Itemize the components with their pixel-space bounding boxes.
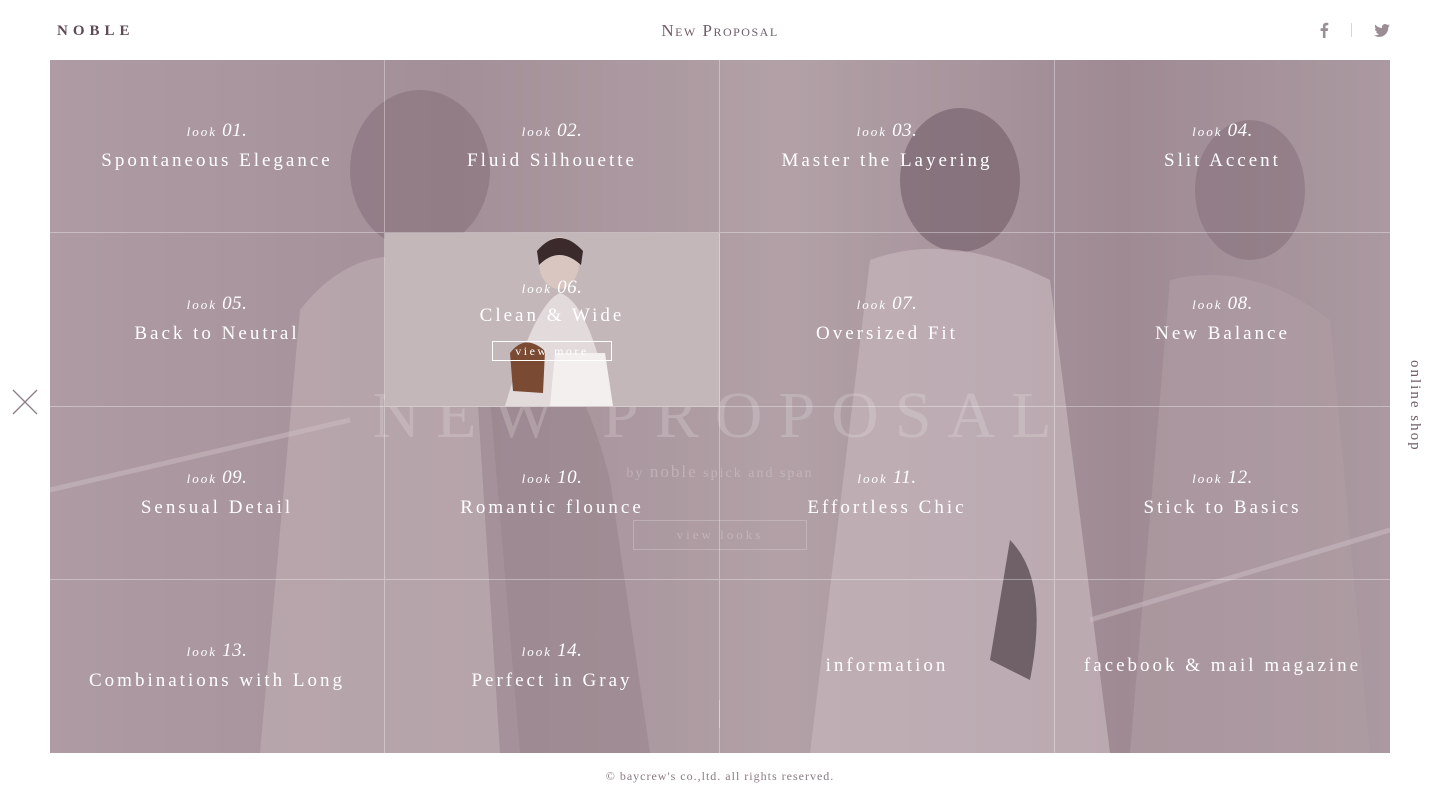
look-title: Perfect in Gray <box>471 670 633 692</box>
look-tile-10[interactable]: look 10. Romantic flounce <box>385 406 720 580</box>
look-title: Clean & Wide <box>479 305 625 327</box>
close-icon[interactable] <box>12 389 38 415</box>
social-links <box>1319 22 1390 38</box>
look-tile-04[interactable]: look 04. Slit Accent <box>1055 60 1390 234</box>
look-number: look 08. <box>1192 293 1253 315</box>
look-tile-06[interactable]: look 06. Clean & Wide view more <box>385 233 720 407</box>
twitter-icon[interactable] <box>1374 23 1390 37</box>
look-number: look 11. <box>857 466 917 488</box>
look-title: Fluid Silhouette <box>467 150 637 172</box>
look-tile-14[interactable]: look 14. Perfect in Gray <box>385 579 720 753</box>
look-number: look 02. <box>521 120 583 142</box>
look-title: Romantic flounce <box>460 496 644 518</box>
look-title: Combinations with Long <box>89 670 345 692</box>
look-number: look 07. <box>856 293 918 315</box>
look-tile-11[interactable]: look 11. Effortless Chic <box>720 406 1055 580</box>
look-title: Effortless Chic <box>807 496 967 518</box>
look-tile-09[interactable]: look 09. Sensual Detail <box>50 406 385 580</box>
facebook-icon[interactable] <box>1319 22 1329 38</box>
look-tile-12[interactable]: look 12. Stick to Basics <box>1055 406 1390 580</box>
page-title: New Proposal <box>661 21 779 40</box>
facebook-mail-tile[interactable]: facebook & mail magazine <box>1055 579 1390 753</box>
look-title: Spontaneous Elegance <box>101 150 333 172</box>
look-title: Oversized Fit <box>816 323 958 345</box>
look-number: look 10. <box>521 466 583 488</box>
look-number: look 12. <box>1192 466 1253 488</box>
view-more-button[interactable]: view more <box>492 341 612 362</box>
look-number: look 03. <box>856 120 918 142</box>
look-tile-13[interactable]: look 13. Combinations with Long <box>50 579 385 753</box>
look-tile-07[interactable]: look 07. Oversized Fit <box>720 233 1055 407</box>
look-number: look 01. <box>186 120 248 142</box>
look-tile-05[interactable]: look 05. Back to Neutral <box>50 233 385 407</box>
information-link[interactable]: information <box>826 655 949 677</box>
hero-stage: NEW PROPOSAL by noble spick and span vie… <box>50 60 1390 753</box>
look-number: look 04. <box>1192 120 1253 142</box>
look-number: look 13. <box>186 640 248 662</box>
look-tile-03[interactable]: look 03. Master the Layering <box>720 60 1055 234</box>
facebook-mail-link[interactable]: facebook & mail magazine <box>1084 655 1361 677</box>
copyright: © baycrew's co.,ltd. all rights reserved… <box>605 769 835 783</box>
look-title: New Balance <box>1155 323 1290 345</box>
look-tile-01[interactable]: look 01. Spontaneous Elegance <box>50 60 385 234</box>
look-title: Slit Accent <box>1164 150 1281 172</box>
look-title: Stick to Basics <box>1143 496 1302 518</box>
look-number: look 14. <box>521 640 583 662</box>
look-number: look 06. <box>521 277 583 299</box>
online-shop-link[interactable]: online shop <box>1406 360 1423 452</box>
look-title: Master the Layering <box>781 150 993 172</box>
look-title: Sensual Detail <box>140 496 294 518</box>
look-tile-02[interactable]: look 02. Fluid Silhouette <box>385 60 720 234</box>
social-divider <box>1351 23 1352 37</box>
look-number: look 09. <box>186 466 248 488</box>
looks-grid: look 01. Spontaneous Elegance look 02. Flu… <box>50 60 1390 753</box>
information-tile[interactable]: information <box>720 579 1055 753</box>
look-title: Back to Neutral <box>134 323 300 345</box>
look-number: look 05. <box>186 293 248 315</box>
look-tile-08[interactable]: look 08. New Balance <box>1055 233 1390 407</box>
